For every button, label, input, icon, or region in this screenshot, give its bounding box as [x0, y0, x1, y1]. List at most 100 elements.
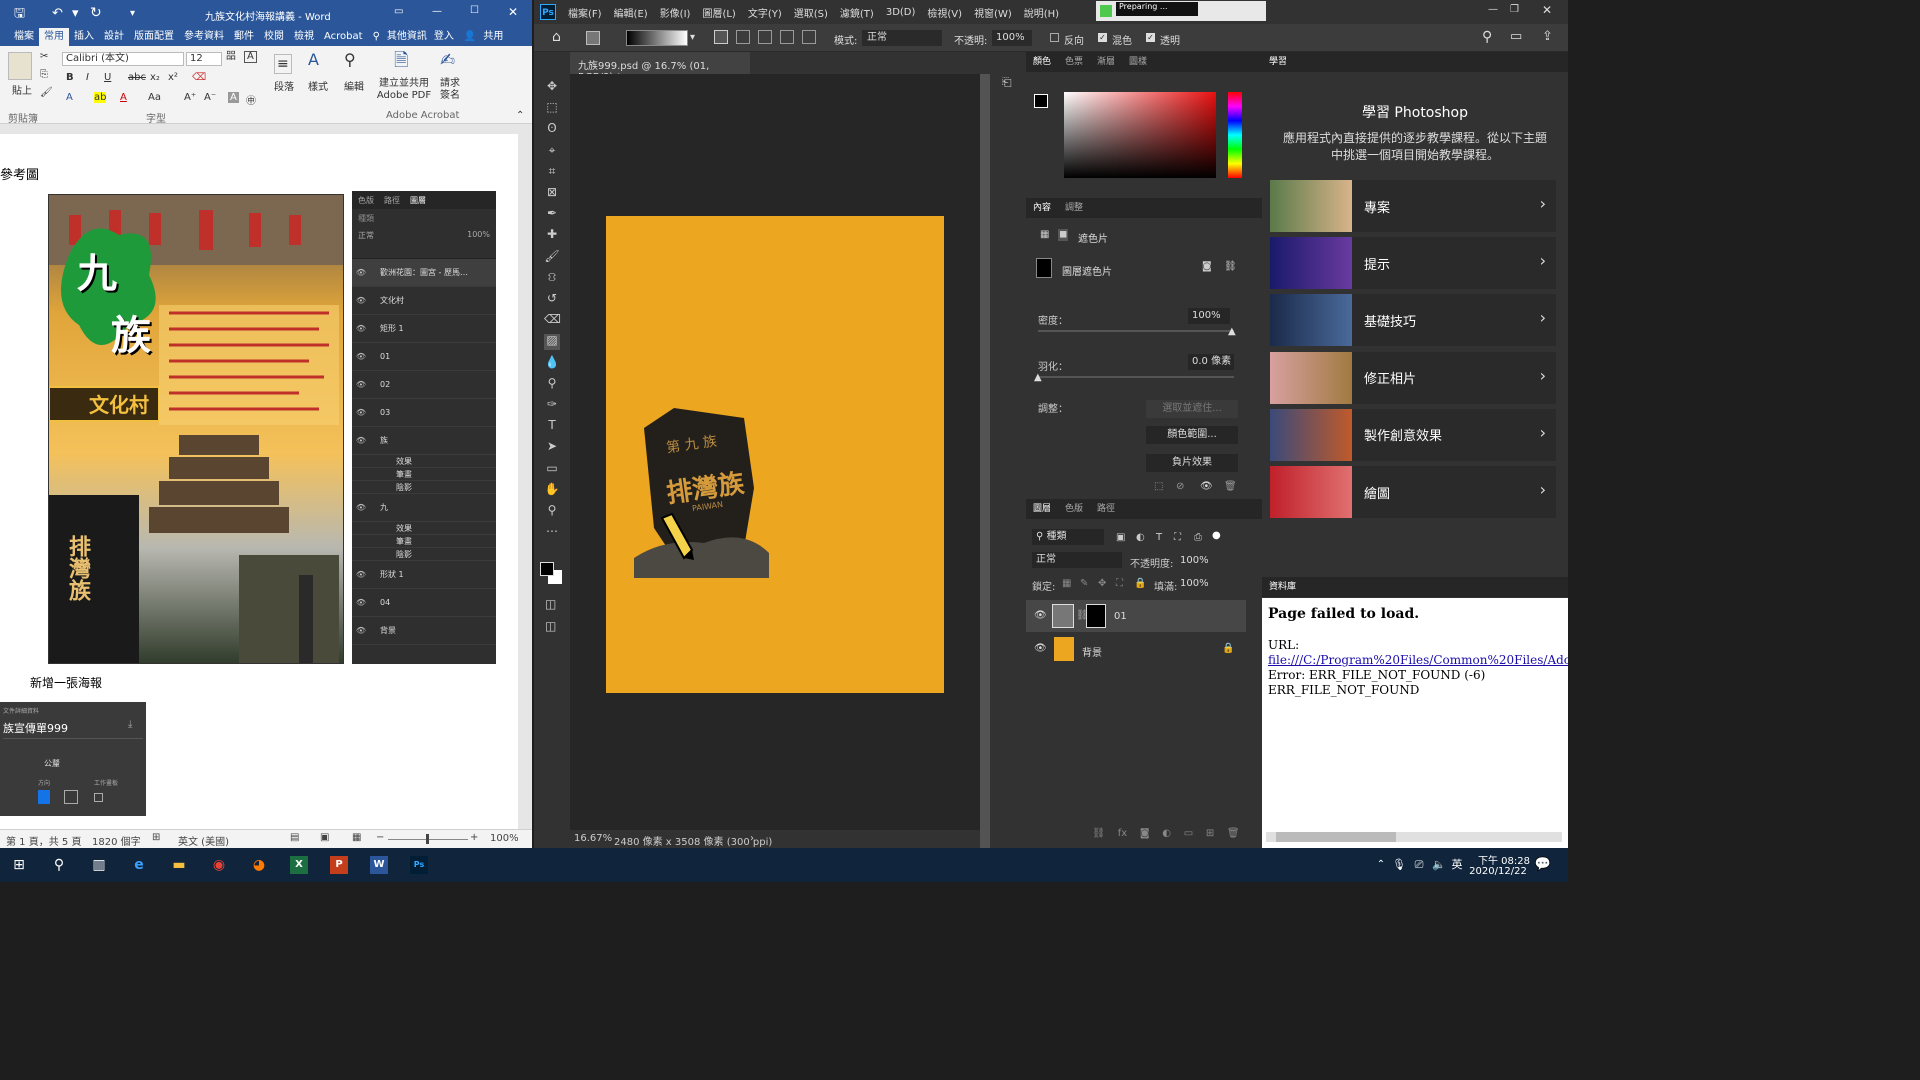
file-explorer-icon[interactable]: ▬ — [170, 856, 188, 874]
taskbar-search-icon[interactable]: ⚲ — [50, 856, 68, 874]
layer-row-background[interactable]: 👁 背景 🔒 — [1026, 633, 1246, 665]
ps-menu-file[interactable]: 檔案(F) — [568, 5, 602, 20]
opacity-input[interactable]: 100% — [992, 30, 1032, 46]
task-view-icon[interactable]: ▥ — [90, 856, 108, 874]
request-sign-icon[interactable]: ✍ — [440, 52, 455, 70]
paragraph-button[interactable]: 段落 — [274, 78, 294, 93]
document-canvas[interactable]: 第 九 族 排灣族 PAIWAN — [606, 216, 944, 693]
mode-select[interactable]: 正常 — [862, 30, 942, 46]
lock-image-icon[interactable]: ✎ — [1080, 578, 1088, 589]
sign-in-link[interactable]: 登入 — [429, 28, 459, 46]
link-layers-icon[interactable]: ⛓ — [1092, 828, 1105, 844]
fx-icon[interactable]: fx — [1118, 828, 1127, 844]
filter-shape-icon[interactable]: ⛶ — [1174, 532, 1181, 543]
density-slider-thumb[interactable]: ▲ — [1228, 326, 1236, 337]
word-taskbar-icon[interactable]: W — [370, 856, 388, 874]
word-document-area[interactable]: 參考圖 九 族 文化村 排灣族 色版 路徑 圖層 種類 正常 100% 👁 歡洲… — [0, 124, 532, 829]
marquee-tool-icon[interactable]: ⬚ — [544, 101, 560, 117]
ps-zoom[interactable]: 16.67% — [574, 833, 612, 844]
library-url-link[interactable]: file:///C:/Program%20Files/Common%20File… — [1268, 653, 1568, 667]
learn-item[interactable]: 專案 › — [1270, 180, 1556, 232]
type-tool-icon[interactable]: T — [544, 419, 560, 435]
hue-slider[interactable] — [1228, 92, 1242, 178]
paste-icon[interactable] — [8, 52, 32, 80]
delete-layer-icon[interactable]: 🗑 — [1227, 828, 1240, 844]
adjustment-layer-icon[interactable]: ◐ — [1162, 828, 1171, 844]
gradient-dropdown-icon[interactable]: ▾ — [690, 32, 695, 43]
blur-tool-icon[interactable]: 💧 — [544, 356, 560, 372]
reverse-checkbox[interactable] — [1050, 33, 1059, 42]
font-color-icon[interactable]: A — [120, 92, 127, 103]
blend-mode-select[interactable]: 正常 — [1032, 552, 1122, 568]
gradient-tool-icon[interactable]: ▨ — [544, 334, 560, 351]
maximize-icon[interactable]: ☐ — [470, 6, 479, 16]
chrome-icon[interactable]: ◉ — [210, 856, 228, 874]
styles-icon[interactable]: A — [308, 52, 319, 68]
new-layer-icon[interactable]: ⊞ — [1206, 828, 1214, 844]
ps-menu-filter[interactable]: 濾鏡(T) — [840, 5, 874, 20]
feather-input[interactable]: 0.0 像素 — [1188, 354, 1234, 370]
text-effect-icon[interactable]: A — [66, 92, 73, 103]
tab-home[interactable]: 常用 — [39, 28, 69, 46]
ps-menu-image[interactable]: 影像(I) — [660, 5, 691, 20]
copy-icon[interactable]: ⎘ — [40, 70, 48, 80]
firefox-icon[interactable]: ◕ — [250, 856, 268, 874]
add-mask-icon[interactable]: ◙ — [1140, 828, 1150, 844]
quick-select-tool-icon[interactable]: ⌖ — [544, 144, 560, 160]
mask-visibility-icon[interactable]: 👁 — [1200, 482, 1213, 492]
tab-properties[interactable]: 內容 — [1026, 198, 1058, 218]
clock-time[interactable]: 下午 08:28 — [1474, 852, 1534, 867]
save-icon[interactable]: 🖫 — [14, 7, 25, 20]
foreground-color-swatch[interactable] — [1034, 94, 1048, 108]
format-painter-icon[interactable]: 🖌 — [40, 88, 53, 98]
radial-gradient-icon[interactable] — [736, 30, 750, 44]
tab-mailings[interactable]: 郵件 — [229, 28, 259, 46]
create-pdf-icon[interactable]: 🗎 — [394, 52, 408, 70]
rectangle-tool-icon[interactable]: ▭ — [544, 462, 560, 478]
char-border-icon[interactable]: A — [244, 51, 257, 63]
tab-file[interactable]: 檔案 — [0, 28, 39, 46]
start-icon[interactable]: ⊞ — [10, 856, 28, 874]
ps-menu-help[interactable]: 說明(H) — [1024, 5, 1059, 20]
read-mode-icon[interactable]: ▤ — [290, 832, 299, 843]
layer-name-background[interactable]: 背景 — [1082, 644, 1102, 659]
tab-references[interactable]: 參考資料 — [179, 28, 229, 46]
apply-mask-bottom-icon[interactable]: ⊘ — [1176, 482, 1184, 492]
delete-mask-icon[interactable]: 🗑 — [1224, 482, 1237, 492]
color-range-button[interactable]: 顏色範圍... — [1146, 426, 1238, 444]
brush-tool-icon[interactable]: 🖌 — [544, 250, 560, 266]
ps-menu-3d[interactable]: 3D(D) — [886, 7, 916, 18]
print-layout-icon[interactable]: ▣ — [320, 832, 329, 843]
fill-value[interactable]: 100% — [1180, 578, 1209, 589]
network-icon[interactable]: ⎚ — [1410, 856, 1428, 874]
tray-chevron-icon[interactable]: ⌃ — [1372, 856, 1390, 874]
edge-icon[interactable]: e — [130, 856, 148, 874]
undo-dropdown-icon[interactable]: ▾ — [72, 7, 79, 20]
layer-row-01[interactable]: 👁 ⛓ 01 — [1026, 600, 1246, 632]
powerpoint-icon[interactable]: P — [330, 856, 348, 874]
poster-image[interactable]: 九 族 文化村 排灣族 — [48, 194, 344, 664]
layer-visibility-icon[interactable]: 👁 — [1034, 610, 1047, 621]
library-scrollbar-thumb[interactable] — [1276, 832, 1396, 842]
ps-menu-window[interactable]: 視窗(W) — [974, 5, 1012, 20]
linear-gradient-icon[interactable] — [714, 30, 728, 44]
frame-tool-icon[interactable]: ⊠ — [544, 186, 560, 202]
close-icon[interactable]: ✕ — [508, 6, 518, 18]
library-scrollbar[interactable] — [1266, 832, 1562, 842]
tab-channels[interactable]: 色版 — [1058, 499, 1090, 519]
feather-slider[interactable] — [1038, 376, 1234, 378]
create-pdf-button[interactable]: 建立並共用 Adobe PDF — [376, 78, 432, 102]
tab-color[interactable]: 顏色 — [1026, 52, 1058, 72]
color-field[interactable] — [1064, 92, 1216, 178]
ps-menu-layer[interactable]: 圖層(L) — [702, 5, 735, 20]
path-select-tool-icon[interactable]: ➤ — [544, 440, 560, 456]
move-tool-icon[interactable]: ✥ — [544, 80, 560, 96]
ribbon-display-icon[interactable]: ▭ — [394, 7, 403, 17]
tell-me-box[interactable]: 其他資訊 — [385, 28, 429, 46]
photoshop-taskbar-icon[interactable]: Ps — [410, 856, 428, 874]
eraser-tool-icon[interactable]: ⌫ — [544, 313, 561, 329]
editing-button[interactable]: 編輯 — [344, 78, 364, 93]
tab-review[interactable]: 校閱 — [259, 28, 289, 46]
tab-adjustments[interactable]: 調整 — [1058, 198, 1090, 218]
dither-checkbox[interactable]: ✓ — [1098, 33, 1107, 42]
